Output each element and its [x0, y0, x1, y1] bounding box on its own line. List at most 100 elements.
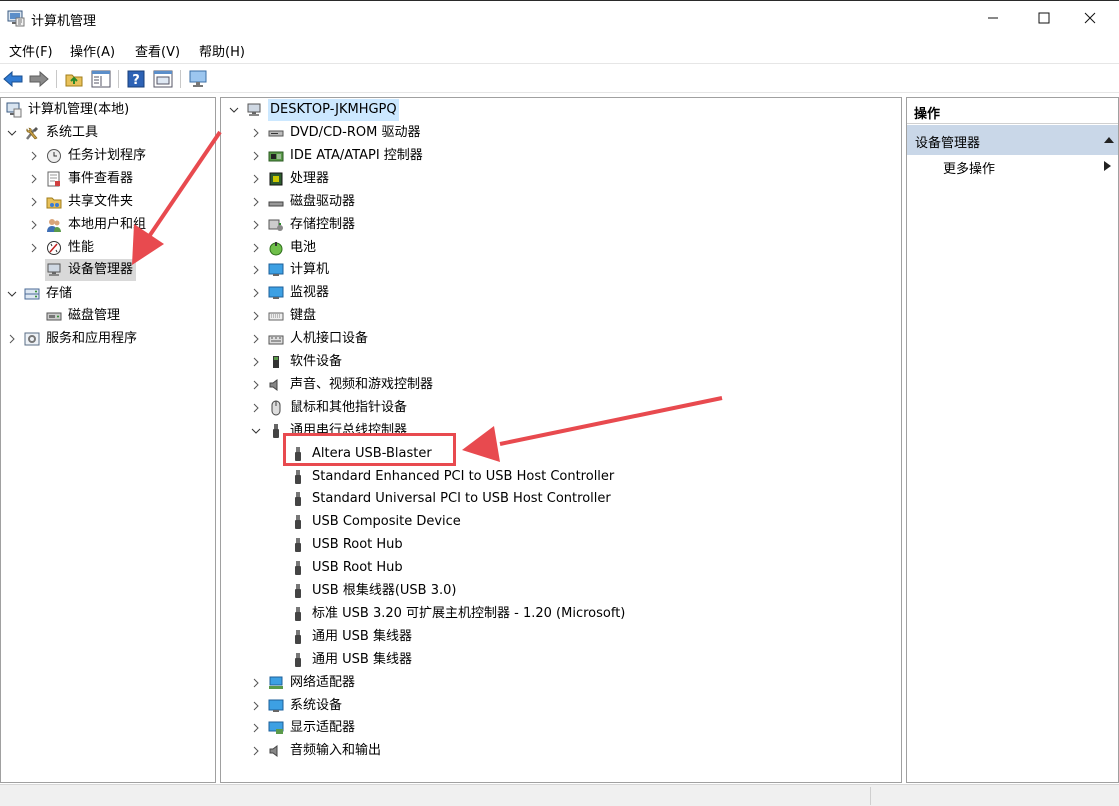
- show-hide-tree-button[interactable]: [91, 69, 111, 89]
- annotation-highlight-box: [283, 433, 456, 466]
- device-label: 键盘: [290, 308, 317, 324]
- device-category-item[interactable]: 存储控制器: [249, 214, 355, 236]
- tree-item-shared-folders[interactable]: 共享文件夹: [27, 191, 133, 213]
- chevron-down-icon[interactable]: [227, 103, 241, 117]
- tree-label: 系统工具: [46, 125, 99, 140]
- chevron-right-icon[interactable]: [249, 263, 263, 277]
- chevron-right-icon[interactable]: [249, 218, 263, 232]
- chevron-right-icon[interactable]: [249, 286, 263, 300]
- menu-help[interactable]: 帮助(H): [199, 41, 245, 60]
- tree-item-disk-management[interactable]: 磁盘管理: [45, 305, 120, 327]
- chevron-right-icon[interactable]: [27, 172, 41, 186]
- chevron-right-icon[interactable]: [27, 241, 41, 255]
- more-actions-item[interactable]: 更多操作: [943, 158, 995, 177]
- chevron-right-icon[interactable]: [249, 378, 263, 392]
- chevron-right-icon[interactable]: [27, 218, 41, 232]
- chevron-right-icon[interactable]: [27, 195, 41, 209]
- menu-view[interactable]: 查看(V): [135, 41, 180, 60]
- device-category-item[interactable]: 电池: [249, 237, 316, 259]
- device-category-item[interactable]: 软件设备: [249, 351, 342, 373]
- tree-item-storage[interactable]: 存储: [5, 283, 72, 305]
- tree-item-system-tools[interactable]: 系统工具: [5, 122, 98, 144]
- tree-item-event-viewer[interactable]: 事件查看器: [27, 168, 133, 190]
- usb-device-icon: [289, 651, 307, 669]
- chevron-right-icon[interactable]: [249, 355, 263, 369]
- storage-icon: [23, 285, 41, 303]
- up-folder-button[interactable]: [64, 69, 84, 89]
- chevron-right-icon[interactable]: [249, 195, 263, 209]
- device-category-item[interactable]: 显示适配器: [249, 717, 355, 739]
- maximize-button[interactable]: [1021, 1, 1067, 35]
- chevron-right-icon[interactable]: [5, 332, 19, 346]
- device-label: Standard Enhanced PCI to USB Host Contro…: [312, 468, 615, 484]
- chevron-right-icon[interactable]: [249, 149, 263, 163]
- forward-button[interactable]: [29, 69, 49, 89]
- usb-device-item[interactable]: USB Root Hub: [289, 557, 403, 579]
- collapse-up-icon[interactable]: [1104, 136, 1114, 143]
- device-label: Standard Universal PCI to USB Host Contr…: [312, 491, 611, 507]
- monitor-button[interactable]: [188, 69, 208, 89]
- usb-device-item[interactable]: USB Composite Device: [289, 511, 461, 533]
- device-category-item[interactable]: 处理器: [249, 168, 329, 190]
- menu-file[interactable]: 文件(F): [9, 41, 53, 60]
- usb-device-item[interactable]: 标准 USB 3.20 可扩展主机控制器 - 1.20 (Microsoft): [289, 603, 625, 625]
- usb-device-item[interactable]: USB 根集线器(USB 3.0): [289, 580, 456, 602]
- usb-device-item[interactable]: USB Root Hub: [289, 534, 403, 556]
- chevron-right-icon[interactable]: [249, 126, 263, 140]
- chevron-right-icon[interactable]: [249, 699, 263, 713]
- tree-item-local-users[interactable]: 本地用户和组: [27, 214, 146, 236]
- chevron-right-icon[interactable]: [249, 721, 263, 735]
- device-category-item[interactable]: 声音、视频和游戏控制器: [249, 374, 433, 396]
- tree-root-computer-management[interactable]: 计算机管理(本地): [5, 99, 129, 121]
- minimize-button[interactable]: [970, 1, 1016, 35]
- tree-label: 存储: [46, 286, 73, 301]
- device-category-item[interactable]: 人机接口设备: [249, 328, 368, 350]
- device-category-item[interactable]: 计算机: [249, 259, 329, 281]
- toolbar: ?: [0, 63, 1119, 93]
- chevron-right-icon[interactable]: [249, 401, 263, 415]
- chevron-down-icon[interactable]: [249, 424, 263, 438]
- device-label: 存储控制器: [290, 216, 356, 232]
- chevron-right-icon[interactable]: [249, 309, 263, 323]
- chevron-right-icon[interactable]: [249, 332, 263, 346]
- device-category-item[interactable]: 网络适配器: [249, 672, 355, 694]
- device-category-item[interactable]: DVD/CD-ROM 驱动器: [249, 122, 420, 144]
- device-category-item[interactable]: 系统设备: [249, 695, 342, 717]
- more-actions-label: 更多操作: [943, 162, 996, 177]
- chevron-right-icon[interactable]: [249, 676, 263, 690]
- computer-management-icon: [5, 101, 23, 119]
- device-category-item[interactable]: 音频输入和输出: [249, 740, 381, 762]
- device-category-item[interactable]: 鼠标和其他指针设备: [249, 397, 407, 419]
- tree-item-services-apps[interactable]: 服务和应用程序: [5, 328, 137, 350]
- device-category-item[interactable]: 磁盘驱动器: [249, 191, 355, 213]
- chevron-right-icon[interactable]: [249, 172, 263, 186]
- device-category-item[interactable]: 键盘: [249, 305, 316, 327]
- usb-device-item[interactable]: 通用 USB 集线器: [289, 649, 412, 671]
- chevron-down-icon[interactable]: [5, 287, 19, 301]
- device-tree-root[interactable]: DESKTOP-JKMHGPQ: [227, 99, 399, 121]
- chevron-right-icon[interactable]: [249, 241, 263, 255]
- usb-device-item[interactable]: Standard Universal PCI to USB Host Contr…: [289, 488, 611, 510]
- menu-action[interactable]: 操作(A): [70, 41, 115, 60]
- back-button[interactable]: [3, 69, 23, 89]
- usb-device-item[interactable]: Standard Enhanced PCI to USB Host Contro…: [289, 466, 614, 488]
- submenu-arrow-icon: [1104, 161, 1111, 171]
- actions-header: 操作: [907, 98, 1118, 124]
- computer-icon: [267, 261, 285, 279]
- device-category-item[interactable]: IDE ATA/ATAPI 控制器: [249, 145, 423, 167]
- close-button[interactable]: [1067, 1, 1113, 35]
- usb-device-item[interactable]: 通用 USB 集线器: [289, 626, 412, 648]
- chevron-right-icon[interactable]: [27, 149, 41, 163]
- device-label: 磁盘驱动器: [290, 193, 356, 209]
- tree-item-task-scheduler[interactable]: 任务计划程序: [27, 145, 146, 167]
- properties-view-button[interactable]: [153, 69, 173, 89]
- chevron-down-icon[interactable]: [5, 126, 19, 140]
- disk-drive-icon: [267, 193, 285, 211]
- help-button[interactable]: ?: [126, 69, 146, 89]
- chevron-right-icon[interactable]: [249, 744, 263, 758]
- actions-section-device-manager[interactable]: 设备管理器: [907, 125, 1118, 155]
- tree-item-performance[interactable]: 性能: [27, 237, 94, 259]
- tree-item-device-manager[interactable]: 设备管理器: [45, 259, 137, 281]
- toolbar-separator: [56, 70, 57, 88]
- device-category-item[interactable]: 监视器: [249, 282, 329, 304]
